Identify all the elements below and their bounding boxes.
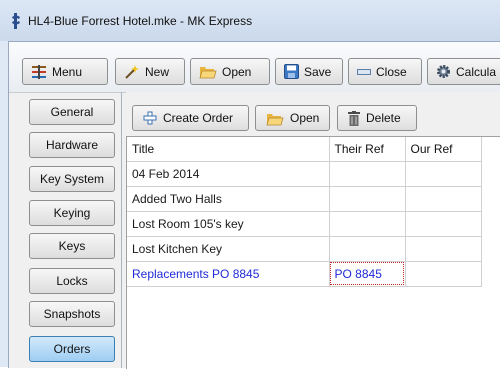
add-icon	[143, 111, 157, 125]
sidebar-item-key-system[interactable]: Key System	[29, 166, 115, 192]
table-row[interactable]: Added Two Halls	[127, 186, 482, 212]
table-row-selected[interactable]: Replacements PO 8845 PO 8845	[127, 261, 482, 287]
sidebar-item-general[interactable]: General	[29, 99, 115, 125]
sidebar-item-keys[interactable]: Keys	[29, 233, 115, 259]
sidebar-item-locks[interactable]: Locks	[29, 268, 115, 294]
close-button[interactable]: Close	[348, 58, 422, 85]
cell-title[interactable]: Added Two Halls	[127, 186, 330, 212]
delete-order-button-label: Delete	[366, 111, 401, 125]
title-bar[interactable]: HL4-Blue Forrest Hotel.mke - MK Express	[0, 0, 500, 41]
cell-their-ref[interactable]	[329, 211, 406, 237]
open-button-label: Open	[222, 64, 252, 79]
table-row[interactable]: 04 Feb 2014	[127, 161, 482, 187]
open-order-button-label: Open	[290, 111, 320, 125]
cell-their-ref[interactable]	[329, 236, 406, 262]
sidebar-item-orders[interactable]: Orders	[29, 336, 115, 362]
orders-table: Title Their Ref Our Ref 04 Feb 2014 Adde	[126, 136, 500, 369]
cell-our-ref[interactable]	[405, 236, 482, 262]
cell-title[interactable]: Lost Kitchen Key	[127, 236, 330, 262]
table-row[interactable]: Lost Room 105's key	[127, 211, 482, 237]
cell-their-ref[interactable]	[329, 186, 406, 212]
sidebar-item-hardware[interactable]: Hardware	[29, 132, 115, 158]
window-title: HL4-Blue Forrest Hotel.mke - MK Express	[28, 14, 253, 28]
sidebar-item-keying[interactable]: Keying	[29, 200, 115, 226]
new-button[interactable]: New	[115, 58, 185, 85]
cell-title[interactable]: Lost Room 105's key	[127, 211, 330, 237]
sidebar-divider	[121, 92, 122, 368]
calculate-button-label: Calcula	[456, 64, 497, 79]
open-button[interactable]: Open	[190, 58, 270, 85]
cell-our-ref[interactable]	[405, 211, 482, 237]
create-order-button-label: Create Order	[163, 111, 234, 125]
open-order-button[interactable]: Open	[255, 105, 330, 131]
cell-their-ref[interactable]	[329, 161, 406, 187]
create-order-button[interactable]: Create Order	[132, 105, 249, 131]
column-header-their-ref[interactable]: Their Ref	[329, 137, 406, 162]
new-wand-icon	[125, 64, 139, 79]
floppy-save-icon	[284, 64, 299, 79]
app-logo-icon	[12, 13, 20, 29]
column-header-title[interactable]: Title	[127, 137, 330, 162]
main-client-area: Menu New Open Save Close Calcula General…	[8, 41, 500, 369]
close-button-label: Close	[376, 64, 407, 79]
menu-icon	[32, 64, 46, 79]
new-button-label: New	[145, 64, 170, 79]
trash-icon	[348, 110, 360, 126]
folder-open-icon	[266, 113, 284, 125]
table-row[interactable]: Lost Kitchen Key	[127, 236, 482, 262]
cell-title[interactable]: 04 Feb 2014	[127, 161, 330, 187]
gear-calculate-icon	[437, 65, 450, 78]
save-button-label: Save	[304, 64, 332, 79]
menu-button-label: Menu	[52, 64, 83, 79]
cell-their-ref-focused[interactable]: PO 8845	[329, 261, 406, 287]
cell-title[interactable]: Replacements PO 8845	[127, 261, 330, 287]
save-button[interactable]: Save	[275, 58, 343, 85]
application-window: HL4-Blue Forrest Hotel.mke - MK Express …	[0, 0, 500, 369]
orders-panel: Create Order Open Delete Title Their Ref…	[126, 92, 500, 369]
cell-our-ref[interactable]	[405, 186, 482, 212]
close-bar-icon	[357, 68, 371, 75]
column-header-our-ref[interactable]: Our Ref	[405, 137, 482, 162]
calculate-button[interactable]: Calcula	[427, 58, 500, 85]
menu-button[interactable]: Menu	[22, 58, 108, 85]
table-header-row: Title Their Ref Our Ref	[127, 137, 482, 162]
cell-our-ref[interactable]	[405, 261, 482, 287]
delete-order-button[interactable]: Delete	[337, 105, 417, 131]
cell-our-ref[interactable]	[405, 161, 482, 187]
main-toolbar: Menu New Open Save Close Calcula	[9, 42, 500, 93]
folder-open-icon	[199, 67, 217, 79]
sidebar-item-snapshots[interactable]: Snapshots	[29, 301, 115, 327]
